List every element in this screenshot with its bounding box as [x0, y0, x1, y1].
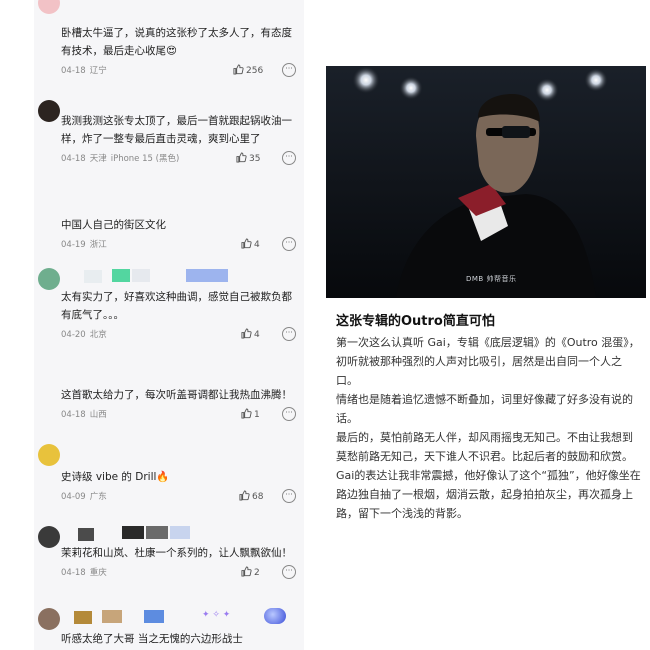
- post-body: 第一次这么认真听 Gai，专辑《底层逻辑》的《Outro 混蛋》，初听就被那种强…: [336, 333, 641, 523]
- album-cover-photo[interactable]: DMB 帅帮音乐: [326, 66, 646, 298]
- comment-date: 04-18 重庆: [61, 568, 107, 578]
- comment-text: 太有实力了，好喜欢这种曲调，感觉自己被欺负都有底气了。。。: [61, 291, 292, 321]
- post-paragraph: 最后的，莫怕前路无人伴，却风雨摇曳无知己。不由让我想到莫愁前路无知己，天下谁人不…: [336, 431, 633, 463]
- thumbs-up-icon: [236, 152, 247, 163]
- thumbs-up-icon: [241, 238, 252, 249]
- avatar[interactable]: [38, 268, 60, 290]
- avatar[interactable]: [38, 0, 60, 14]
- more-options-icon[interactable]: ···: [282, 565, 296, 579]
- like-button[interactable]: 68: [239, 490, 263, 502]
- photo-watermark: DMB 帅帮音乐: [466, 275, 517, 283]
- blurred-username: [132, 269, 150, 282]
- post-paragraph: Gai的表达让我非常震撼，他好像认了这个“孤独”，他好像坐在路边独自抽了一根烟，…: [336, 469, 641, 520]
- album-cover-illustration: [326, 66, 646, 298]
- thumbs-up-icon: [241, 566, 252, 577]
- blurred-username: [186, 269, 228, 282]
- thumbs-up-icon: [239, 490, 250, 501]
- comment-text: 我测我测这张专太顶了，最后一首就跟起锅收油一样，炸了一整专最后直击灵魂，爽到心里…: [61, 115, 292, 145]
- more-options-icon[interactable]: ···: [282, 489, 296, 503]
- post-title: 这张专辑的Outro简直可怕: [336, 314, 495, 329]
- like-button[interactable]: 4: [241, 328, 260, 340]
- blurred-username: [170, 526, 190, 539]
- comment-date: 04-09 广东: [61, 492, 107, 502]
- post-paragraph: 情绪也是随着追忆遗憾不断叠加，词里好像藏了好多没有说的话。: [336, 393, 633, 425]
- planet-badge-icon: [264, 608, 286, 624]
- avatar[interactable]: [38, 100, 60, 122]
- post-card[interactable]: DMB 帅帮音乐 这张专辑的Outro简直可怕 第一次这么认真听 Gai，专辑《…: [326, 66, 646, 596]
- blurred-username: [78, 528, 94, 541]
- thumbs-up-icon: [241, 408, 252, 419]
- post-paragraph: 第一次这么认真听 Gai，专辑《底层逻辑》的《Outro 混蛋》，初听就被那种强…: [336, 336, 640, 387]
- thumbs-up-icon: [233, 64, 244, 75]
- comment-list: 卧槽太牛逼了，说真的这张秒了太多人了，有态度有技术，最后走心收尾😍 04-18 辽…: [34, 0, 304, 650]
- comment-text: 茉莉花和山岚、杜康一个系列的，让人飘飘欲仙！: [61, 547, 292, 559]
- blurred-username: [102, 610, 122, 623]
- avatar[interactable]: [38, 608, 60, 630]
- avatar[interactable]: [38, 526, 60, 548]
- comment-text: 中国人自己的街区文化: [61, 219, 166, 231]
- avatar[interactable]: [38, 444, 60, 466]
- like-button[interactable]: 256: [233, 64, 263, 76]
- sparkle-icon: ✦ ✧ ✦: [202, 610, 231, 620]
- like-button[interactable]: 2: [241, 566, 260, 578]
- more-options-icon[interactable]: ···: [282, 237, 296, 251]
- comment-date: 04-18 山西: [61, 410, 107, 420]
- comment-text: 这首歌太给力了，每次听盖哥调都让我热血沸腾！: [61, 389, 292, 401]
- blurred-username: [84, 270, 102, 283]
- more-options-icon[interactable]: ···: [282, 327, 296, 341]
- comment-date: 04-18 辽宁: [61, 66, 107, 76]
- more-options-icon[interactable]: ···: [282, 63, 296, 77]
- like-button[interactable]: 1: [241, 408, 260, 420]
- blurred-username: [144, 610, 164, 623]
- blurred-username: [112, 269, 130, 282]
- comment-date: 04-18 天津 iPhone 15 (黑色): [61, 154, 180, 164]
- like-button[interactable]: 35: [236, 152, 260, 164]
- blurred-username: [146, 526, 168, 539]
- blurred-username: [74, 611, 92, 624]
- comment-text: 史诗级 vibe 的 Drill🔥: [61, 471, 170, 483]
- like-button[interactable]: 4: [241, 238, 260, 250]
- more-options-icon[interactable]: ···: [282, 151, 296, 165]
- comment-text: 听感太绝了大哥 当之无愧的六边形战士: [61, 633, 243, 645]
- blurred-username: [122, 526, 144, 539]
- comment-date: 04-19 浙江: [61, 240, 107, 250]
- more-options-icon[interactable]: ···: [282, 407, 296, 421]
- thumbs-up-icon: [241, 328, 252, 339]
- comment-date: 04-20 北京: [61, 330, 107, 340]
- comment-text: 卧槽太牛逼了，说真的这张秒了太多人了，有态度有技术，最后走心收尾😍: [61, 27, 292, 57]
